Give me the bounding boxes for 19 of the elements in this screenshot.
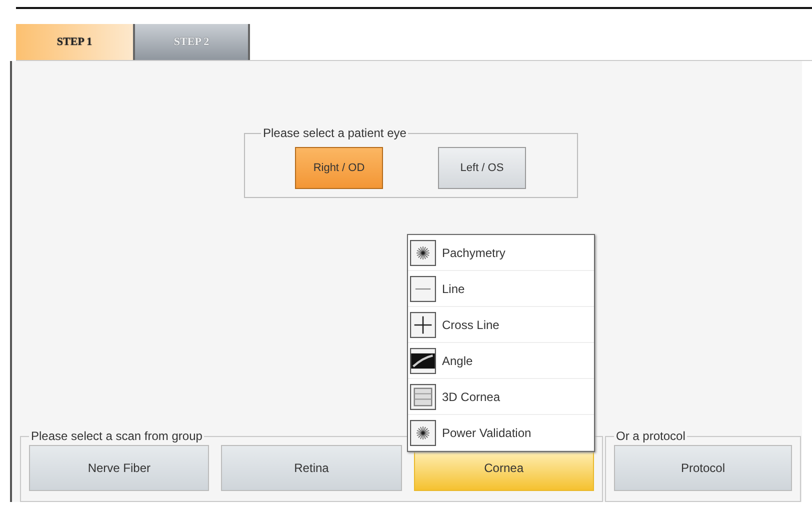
menu-item-label[interactable]: Angle bbox=[442, 354, 473, 368]
menu-item-label[interactable]: Power Validation bbox=[442, 426, 532, 440]
cross-icon bbox=[410, 312, 436, 338]
group-legend: Please select a patient eye bbox=[261, 126, 408, 140]
menu-item-label[interactable]: Line bbox=[442, 282, 465, 296]
starburst-icon bbox=[410, 420, 436, 446]
menu-item-label[interactable]: Cross Line bbox=[442, 318, 500, 332]
step-tab[interactable]: STEP 1 bbox=[16, 24, 133, 60]
group-legend: Please select a scan from group bbox=[29, 429, 204, 443]
protocol-button[interactable]: Protocol bbox=[614, 445, 792, 491]
scan-group-button[interactable]: Retina bbox=[221, 445, 402, 491]
eye-button[interactable]: Left / OS bbox=[438, 147, 526, 189]
menu-item-label[interactable]: 3D Cornea bbox=[442, 390, 500, 404]
menu-item-label[interactable]: Pachymetry bbox=[442, 246, 506, 260]
group-legend: Or a protocol bbox=[614, 429, 688, 443]
scan-group-button[interactable]: Nerve Fiber bbox=[29, 445, 210, 491]
eye-button[interactable]: Right / OD bbox=[295, 147, 383, 189]
angle-scan-icon bbox=[410, 348, 436, 374]
starburst-icon bbox=[410, 240, 436, 266]
